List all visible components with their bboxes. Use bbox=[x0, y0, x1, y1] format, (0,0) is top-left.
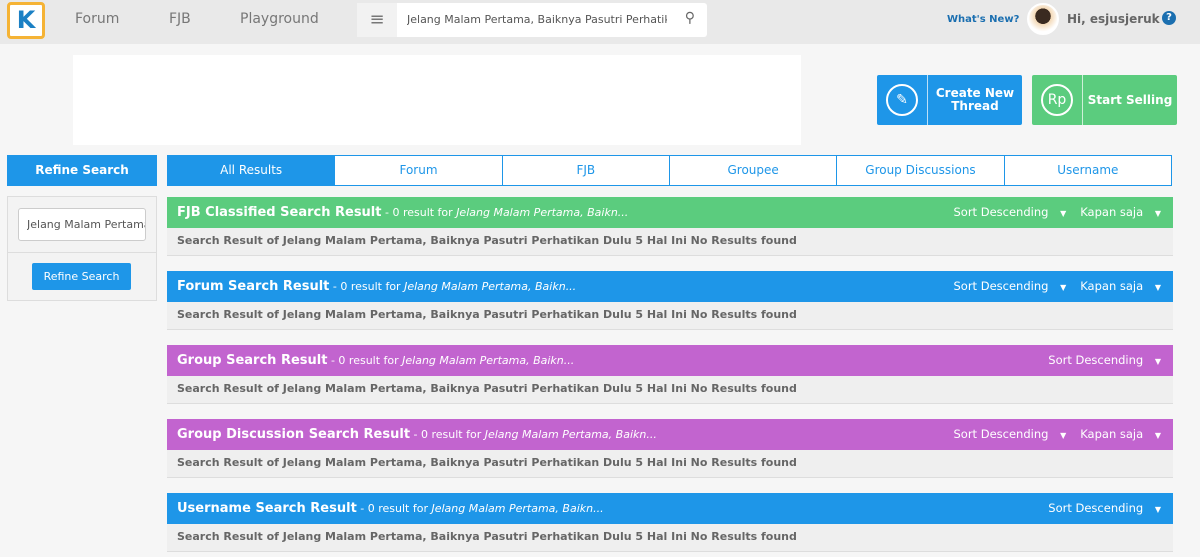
section-body: Search Result of Jelang Malam Pertama, B… bbox=[167, 228, 1173, 256]
chevron-down-icon: ▼ bbox=[1060, 209, 1067, 218]
refine-search-panel: Refine Search bbox=[7, 196, 157, 301]
time-dropdown[interactable]: Kapan saja ▼ bbox=[1080, 427, 1161, 441]
result-tabs: All Results Forum FJB Groupee Group Disc… bbox=[167, 155, 1172, 186]
refine-search-title: Refine Search bbox=[7, 155, 157, 186]
sort-dropdown[interactable]: Sort Descending ▼ bbox=[1048, 501, 1161, 515]
section-title: Username Search Result bbox=[177, 501, 357, 516]
create-thread-button[interactable]: ✎ Create New Thread bbox=[877, 75, 1022, 125]
time-label: Kapan saja bbox=[1080, 427, 1144, 441]
query-text: Jelang Malam Pertama, Baikn... bbox=[431, 502, 604, 515]
tab-fjb[interactable]: FJB bbox=[501, 156, 669, 185]
section-header: Username Search Result - 0 result for Je… bbox=[167, 493, 1173, 524]
tab-username[interactable]: Username bbox=[1003, 156, 1171, 185]
start-selling-label: Start Selling bbox=[1087, 92, 1173, 107]
nav-fjb[interactable]: FJB bbox=[169, 11, 191, 27]
start-selling-button[interactable]: Rp Start Selling bbox=[1032, 75, 1177, 125]
section-header: FJB Classified Search Result - 0 result … bbox=[167, 197, 1173, 228]
result-count: - 0 result for bbox=[327, 354, 403, 367]
sort-dropdown[interactable]: Sort Descending ▼ bbox=[1048, 353, 1161, 367]
time-dropdown[interactable]: Kapan saja ▼ bbox=[1080, 279, 1161, 293]
query-text: Jelang Malam Pertama, Baikn... bbox=[484, 428, 657, 441]
result-count: - 0 result for bbox=[356, 502, 432, 515]
result-count: - 0 result for bbox=[381, 206, 457, 219]
search-input[interactable]: Jelang Malam Pertama, Baiknya Pasutri Pe… bbox=[407, 13, 667, 26]
user-greeting[interactable]: Hi, esjusjeruk bbox=[1067, 12, 1160, 26]
refine-search-button[interactable]: Refine Search bbox=[32, 263, 131, 290]
section-body: Search Result of Jelang Malam Pertama, B… bbox=[167, 450, 1173, 478]
section-header: Forum Search Result - 0 result for Jelan… bbox=[167, 271, 1173, 302]
chevron-down-icon: ▼ bbox=[1060, 283, 1067, 292]
ad-banner bbox=[73, 55, 801, 145]
tab-forum[interactable]: Forum bbox=[334, 156, 502, 185]
sort-dropdown[interactable]: Sort Descending ▼ bbox=[953, 279, 1066, 293]
sort-dropdown[interactable]: Sort Descending ▼ bbox=[953, 205, 1066, 219]
sort-label: Sort Descending bbox=[1048, 501, 1144, 515]
section-title: FJB Classified Search Result bbox=[177, 205, 382, 220]
section-body: Search Result of Jelang Malam Pertama, B… bbox=[167, 376, 1173, 404]
chevron-down-icon: ▼ bbox=[1154, 357, 1161, 366]
pencil-icon: ✎ bbox=[886, 84, 918, 116]
time-label: Kapan saja bbox=[1080, 205, 1144, 219]
result-section: Group Search Result - 0 result for Jelan… bbox=[167, 345, 1173, 404]
sort-dropdown[interactable]: Sort Descending ▼ bbox=[953, 427, 1066, 441]
section-header: Group Search Result - 0 result for Jelan… bbox=[167, 345, 1173, 376]
result-section: Username Search Result - 0 result for Je… bbox=[167, 493, 1173, 552]
top-bar: K Forum FJB Playground ≡ Jelang Malam Pe… bbox=[0, 0, 1200, 44]
result-count: - 0 result for bbox=[329, 280, 405, 293]
divider bbox=[8, 252, 156, 253]
search-bar: ≡ Jelang Malam Pertama, Baiknya Pasutri … bbox=[357, 3, 707, 37]
sort-label: Sort Descending bbox=[1048, 353, 1144, 367]
create-thread-label: Create New Thread bbox=[935, 86, 1015, 113]
chevron-down-icon: ▼ bbox=[1154, 431, 1161, 440]
section-body: Search Result of Jelang Malam Pertama, B… bbox=[167, 302, 1173, 330]
nav-playground[interactable]: Playground bbox=[240, 11, 319, 27]
help-icon[interactable]: ? bbox=[1162, 11, 1176, 25]
query-text: Jelang Malam Pertama, Baikn... bbox=[456, 206, 629, 219]
result-section: FJB Classified Search Result - 0 result … bbox=[167, 197, 1173, 256]
result-count: - 0 result for bbox=[410, 428, 485, 441]
sort-label: Sort Descending bbox=[953, 205, 1049, 219]
nav-forum[interactable]: Forum bbox=[75, 11, 119, 27]
section-header: Group Discussion Search Result - 0 resul… bbox=[167, 419, 1173, 450]
query-text: Jelang Malam Pertama, Baikn... bbox=[402, 354, 575, 367]
tab-groupee[interactable]: Groupee bbox=[668, 156, 837, 185]
tab-group-discussions[interactable]: Group Discussions bbox=[836, 156, 1004, 185]
kaskus-logo[interactable]: K bbox=[7, 2, 45, 39]
section-title: Forum Search Result bbox=[177, 279, 330, 294]
result-section: Group Discussion Search Result - 0 resul… bbox=[167, 419, 1173, 478]
refine-search-input[interactable] bbox=[18, 208, 146, 241]
whats-new-link[interactable]: What's New? bbox=[947, 14, 1019, 25]
section-title: Group Discussion Search Result bbox=[177, 427, 411, 442]
search-icon[interactable]: ⚲ bbox=[685, 10, 695, 26]
time-label: Kapan saja bbox=[1080, 279, 1144, 293]
chevron-down-icon: ▼ bbox=[1154, 283, 1161, 292]
sort-label: Sort Descending bbox=[953, 427, 1049, 441]
query-text: Jelang Malam Pertama, Baikn... bbox=[404, 280, 577, 293]
section-body: Search Result of Jelang Malam Pertama, B… bbox=[167, 524, 1173, 552]
rupiah-icon: Rp bbox=[1041, 84, 1073, 116]
menu-icon[interactable]: ≡ bbox=[357, 3, 397, 37]
section-title: Group Search Result bbox=[177, 353, 328, 368]
tab-all-results[interactable]: All Results bbox=[168, 156, 335, 185]
avatar[interactable] bbox=[1027, 3, 1059, 35]
chevron-down-icon: ▼ bbox=[1154, 505, 1161, 514]
chevron-down-icon: ▼ bbox=[1154, 209, 1161, 218]
chevron-down-icon: ▼ bbox=[1060, 431, 1067, 440]
time-dropdown[interactable]: Kapan saja ▼ bbox=[1080, 205, 1161, 219]
sort-label: Sort Descending bbox=[953, 279, 1049, 293]
result-section: Forum Search Result - 0 result for Jelan… bbox=[167, 271, 1173, 330]
